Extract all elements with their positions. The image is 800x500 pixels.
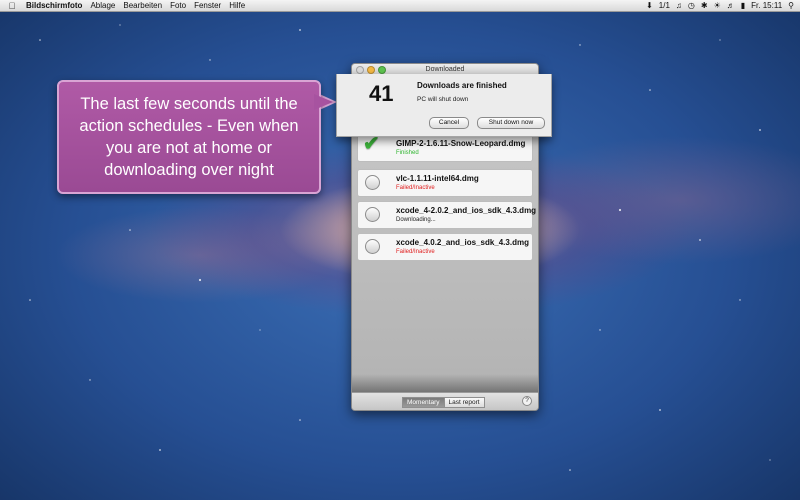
menu-bar:  Bildschirmfoto Ablage Bearbeiten Foto …	[0, 0, 800, 12]
callout-bubble: The last few seconds until the action sc…	[57, 80, 321, 194]
tab-momentary[interactable]: Momentary	[402, 397, 445, 408]
list-item[interactable]: xcode_4.0.2_and_ios_sdk_4.3.dmg Failed/I…	[357, 233, 533, 261]
tab-last-report[interactable]: Last report	[444, 397, 485, 408]
pending-circle-icon	[365, 207, 380, 222]
file-name: xcode_4.0.2_and_ios_sdk_4.3.dmg	[396, 238, 529, 247]
menu-ablage[interactable]: Ablage	[90, 1, 115, 10]
window-controls	[356, 66, 386, 74]
list-item[interactable]: ✔ GIMP-2-1.6.11-Snow-Leopard.dmg Finishe…	[357, 134, 533, 162]
checkmark-icon: ✔	[363, 133, 380, 155]
file-status: Failed/Inactive	[396, 185, 435, 191]
callout-tail-inner	[314, 94, 333, 110]
file-status: Downloading...	[396, 217, 436, 223]
battery-icon[interactable]: ▮	[741, 1, 745, 10]
shut-down-now-button[interactable]: Shut down now	[477, 117, 545, 129]
file-name: GIMP-2-1.6.11-Snow-Leopard.dmg	[396, 139, 526, 148]
wifi-icon[interactable]: ☀	[714, 1, 721, 10]
file-status: Failed/Inactive	[396, 249, 435, 255]
view-segmented-control: Momentary Last report	[402, 397, 485, 408]
list-bottom-shade	[352, 374, 538, 392]
time-machine-icon[interactable]: ◷	[688, 1, 695, 10]
menu-bearbeiten[interactable]: Bearbeiten	[123, 1, 162, 10]
status-area: ⬇ 1/1 ♫ ◷ ✱ ☀ ♬ ▮ Fr. 15:11 ⚲	[646, 1, 794, 10]
window-title: Downloaded	[425, 66, 465, 73]
pending-circle-icon	[365, 175, 380, 190]
menu-fenster[interactable]: Fenster	[194, 1, 221, 10]
dialog-message: PC will shut down	[417, 96, 469, 103]
help-button[interactable]: ?	[522, 396, 532, 406]
file-name: vlc-1.1.11-intel64.dmg	[396, 174, 479, 183]
window-footer: Momentary Last report ?	[352, 392, 538, 410]
clock[interactable]: Fr. 15:11	[751, 1, 782, 10]
app-menu[interactable]: Bildschirmfoto	[26, 1, 82, 10]
zoom-icon[interactable]	[378, 66, 386, 74]
minimize-icon[interactable]	[367, 66, 375, 74]
dialog-title: Downloads are finished	[417, 81, 507, 90]
list-item[interactable]: vlc-1.1.11-intel64.dmg Failed/Inactive	[357, 169, 533, 197]
file-status: Finished	[396, 150, 419, 156]
list-item[interactable]: xcode_4-2.0.2_and_ios_sdk_4.3.dmg Downlo…	[357, 201, 537, 229]
music-note-icon[interactable]: ♫	[676, 1, 682, 10]
shutdown-dialog: 41 Downloads are finished PC will shut d…	[336, 74, 552, 137]
bluetooth-icon[interactable]: ✱	[701, 1, 708, 10]
spotlight-icon[interactable]: ⚲	[788, 1, 794, 10]
close-icon[interactable]	[356, 66, 364, 74]
pending-circle-icon	[365, 239, 380, 254]
download-count[interactable]: 1/1	[659, 1, 670, 10]
countdown-number: 41	[369, 81, 394, 106]
callout-text: The last few seconds until the action sc…	[79, 95, 299, 179]
menu-foto[interactable]: Foto	[170, 1, 186, 10]
menu-hilfe[interactable]: Hilfe	[229, 1, 245, 10]
cancel-button[interactable]: Cancel	[429, 117, 469, 129]
download-arrow-icon[interactable]: ⬇	[646, 1, 653, 10]
file-name: xcode_4-2.0.2_and_ios_sdk_4.3.dmg	[396, 206, 537, 215]
volume-icon[interactable]: ♬	[727, 1, 735, 10]
apple-menu-icon[interactable]: 	[6, 1, 18, 11]
